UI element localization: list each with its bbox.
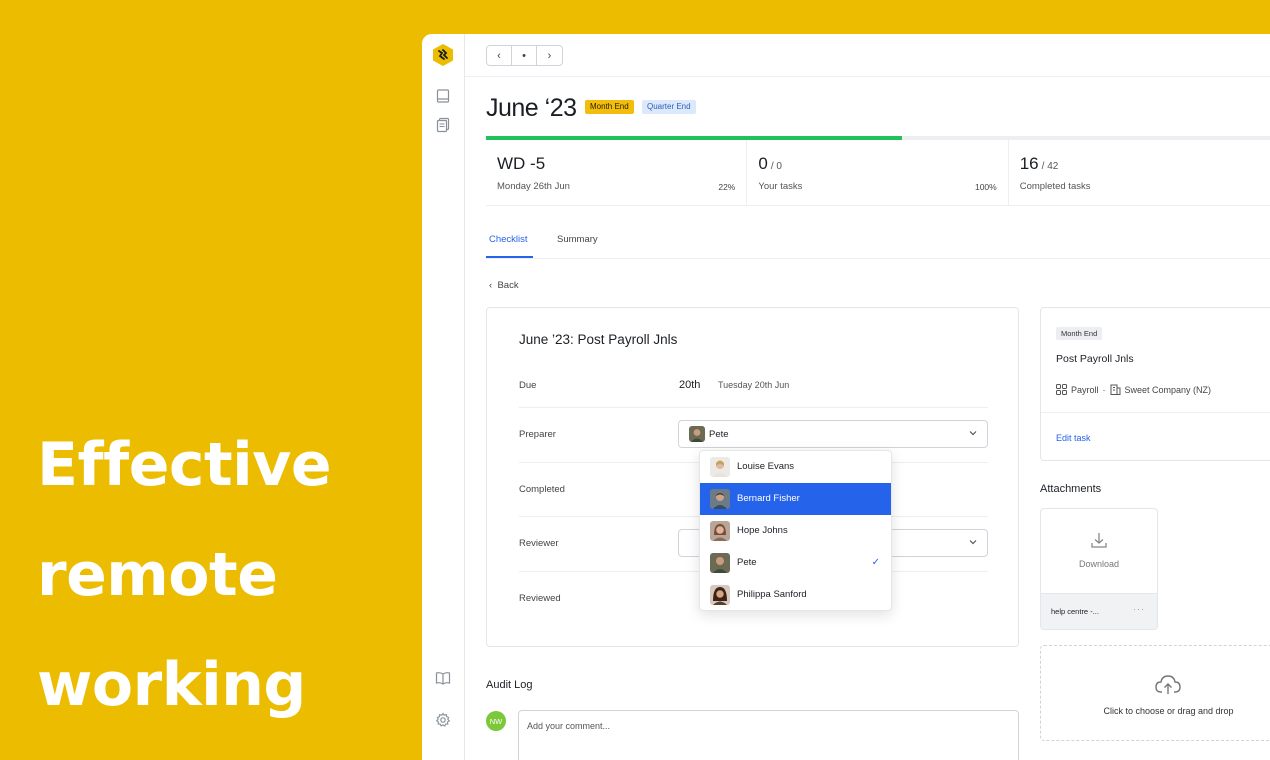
hero-headline: Effective remote working [37, 410, 332, 740]
divider [519, 407, 988, 408]
option-name: Louise Evans [737, 461, 795, 472]
open-book-icon[interactable] [435, 670, 451, 686]
main-content: ‹ • › June ‘23 Month End Quarter End WD … [465, 34, 1270, 760]
gear-icon[interactable] [435, 712, 451, 728]
upload-instructions: Click to choose or drag and drop [1103, 706, 1234, 716]
app-window: ‹ • › June ‘23 Month End Quarter End WD … [422, 34, 1270, 760]
nav-button-group: ‹ • › [486, 45, 563, 66]
attachment-file-name: help centre -... [1051, 607, 1099, 616]
active-tab-indicator [486, 256, 533, 258]
back-link[interactable]: ‹ Back [489, 280, 519, 291]
stat-working-day: WD -5 Monday 26th Jun 22% [486, 140, 748, 206]
chevron-left-icon: ‹ [489, 280, 493, 291]
download-area[interactable]: Download [1041, 509, 1157, 593]
prev-button[interactable]: ‹ [487, 46, 512, 65]
category-label: Payroll [1071, 384, 1099, 395]
preparer-label: Preparer [519, 429, 556, 440]
completed-label: Completed [519, 484, 565, 495]
page-title: June ‘23 [486, 94, 577, 122]
avatar [689, 426, 705, 442]
edit-task-link[interactable]: Edit task [1056, 433, 1091, 443]
avatar: NW [486, 711, 506, 731]
preparer-select[interactable]: Pete [678, 420, 988, 448]
tab-summary[interactable]: Summary [557, 234, 598, 245]
dropdown-option[interactable]: Pete ✓ [700, 547, 891, 579]
due-label: Due [519, 380, 537, 391]
stat-label: Completed tasks [1019, 181, 1091, 192]
attachments-title: Attachments [1040, 483, 1102, 495]
stat-percent: 100% [974, 182, 997, 192]
upload-dropzone[interactable]: Click to choose or drag and drop [1040, 645, 1270, 741]
tab-bar: Checklist Summary [486, 224, 1270, 259]
cloud-upload-icon [1155, 675, 1181, 694]
due-date: Tuesday 20th Jun [718, 380, 790, 390]
tab-checklist[interactable]: Checklist [489, 234, 528, 245]
download-label: Download [1078, 559, 1120, 569]
download-icon [1091, 533, 1107, 548]
avatar [710, 521, 730, 541]
avatar [710, 585, 730, 605]
attachment-card[interactable]: Download help centre -... ··· [1040, 508, 1158, 630]
attachment-footer: help centre -... ··· [1041, 593, 1157, 629]
stat-your-tasks: 0/ 0 Your tasks 100% [747, 140, 1009, 206]
option-name: Bernard Fisher [737, 493, 800, 504]
chevron-down-icon [969, 540, 977, 545]
reviewed-label: Reviewed [519, 593, 561, 604]
top-bar: ‹ • › [465, 34, 1270, 77]
preparer-value: Pete [709, 429, 729, 440]
building-icon [1110, 384, 1121, 395]
stat-label: Your tasks [758, 181, 803, 192]
stat-value: 16/ 42 [1019, 154, 1059, 173]
option-name: Hope Johns [737, 525, 788, 536]
comment-input[interactable]: Add your comment... [518, 710, 1019, 760]
hero-line: remote [37, 540, 278, 610]
stat-percent: 22% [718, 182, 736, 192]
quarter-end-badge: Quarter End [642, 100, 696, 114]
company-label: Sweet Company (NZ) [1124, 384, 1212, 395]
stats-row: WD -5 Monday 26th Jun 22% 0/ 0 Your task… [486, 140, 1270, 206]
hero-line: working [37, 650, 306, 720]
dropdown-option[interactable]: Philippa Sanford [700, 579, 891, 611]
task-meta: Payroll · Sweet Company (NZ) [1056, 384, 1211, 395]
stat-completed-tasks: 16/ 42 Completed tasks [1009, 140, 1270, 206]
side-task-title: Post Payroll Jnls [1056, 353, 1134, 365]
dropdown-option[interactable]: Hope Johns [700, 515, 891, 547]
task-summary-card: Month End Post Payroll Jnls Payroll · Sw… [1040, 307, 1270, 461]
hero-line: Effective [37, 430, 332, 500]
option-name: Pete [737, 557, 757, 568]
comment-placeholder: Add your comment... [527, 721, 611, 731]
more-options-icon[interactable]: ··· [1133, 604, 1145, 614]
due-day: 20th [679, 379, 701, 391]
category-icon [1056, 384, 1067, 395]
dropdown-option[interactable]: Louise Evans [700, 451, 891, 483]
today-button[interactable]: • [512, 46, 537, 65]
stat-value: WD -5 [497, 154, 546, 173]
dropdown-option-highlighted[interactable]: Bernard Fisher [700, 483, 891, 515]
next-button[interactable]: › [537, 46, 562, 65]
avatar [710, 457, 730, 477]
preparer-dropdown-menu: Louise Evans Bernard Fisher Hope Johns P… [699, 450, 892, 611]
avatar [710, 553, 730, 573]
meta-separator: · [1102, 384, 1106, 395]
stat-value: 0/ 0 [758, 154, 782, 173]
month-end-badge: Month End [585, 100, 634, 114]
left-rail [422, 34, 465, 760]
audit-log-title: Audit Log [486, 679, 533, 691]
stat-label: Monday 26th Jun [497, 181, 570, 192]
avatar [710, 489, 730, 509]
divider [1041, 412, 1270, 413]
reviewer-label: Reviewer [519, 538, 559, 549]
task-title: June ’23: Post Payroll Jnls [519, 332, 678, 347]
logo-icon[interactable] [432, 44, 454, 66]
book-icon[interactable] [435, 88, 451, 104]
month-end-badge: Month End [1056, 327, 1103, 340]
chevron-down-icon [969, 431, 977, 436]
option-name: Philippa Sanford [737, 589, 807, 600]
documents-icon[interactable] [435, 117, 451, 133]
check-icon: ✓ [871, 557, 880, 568]
